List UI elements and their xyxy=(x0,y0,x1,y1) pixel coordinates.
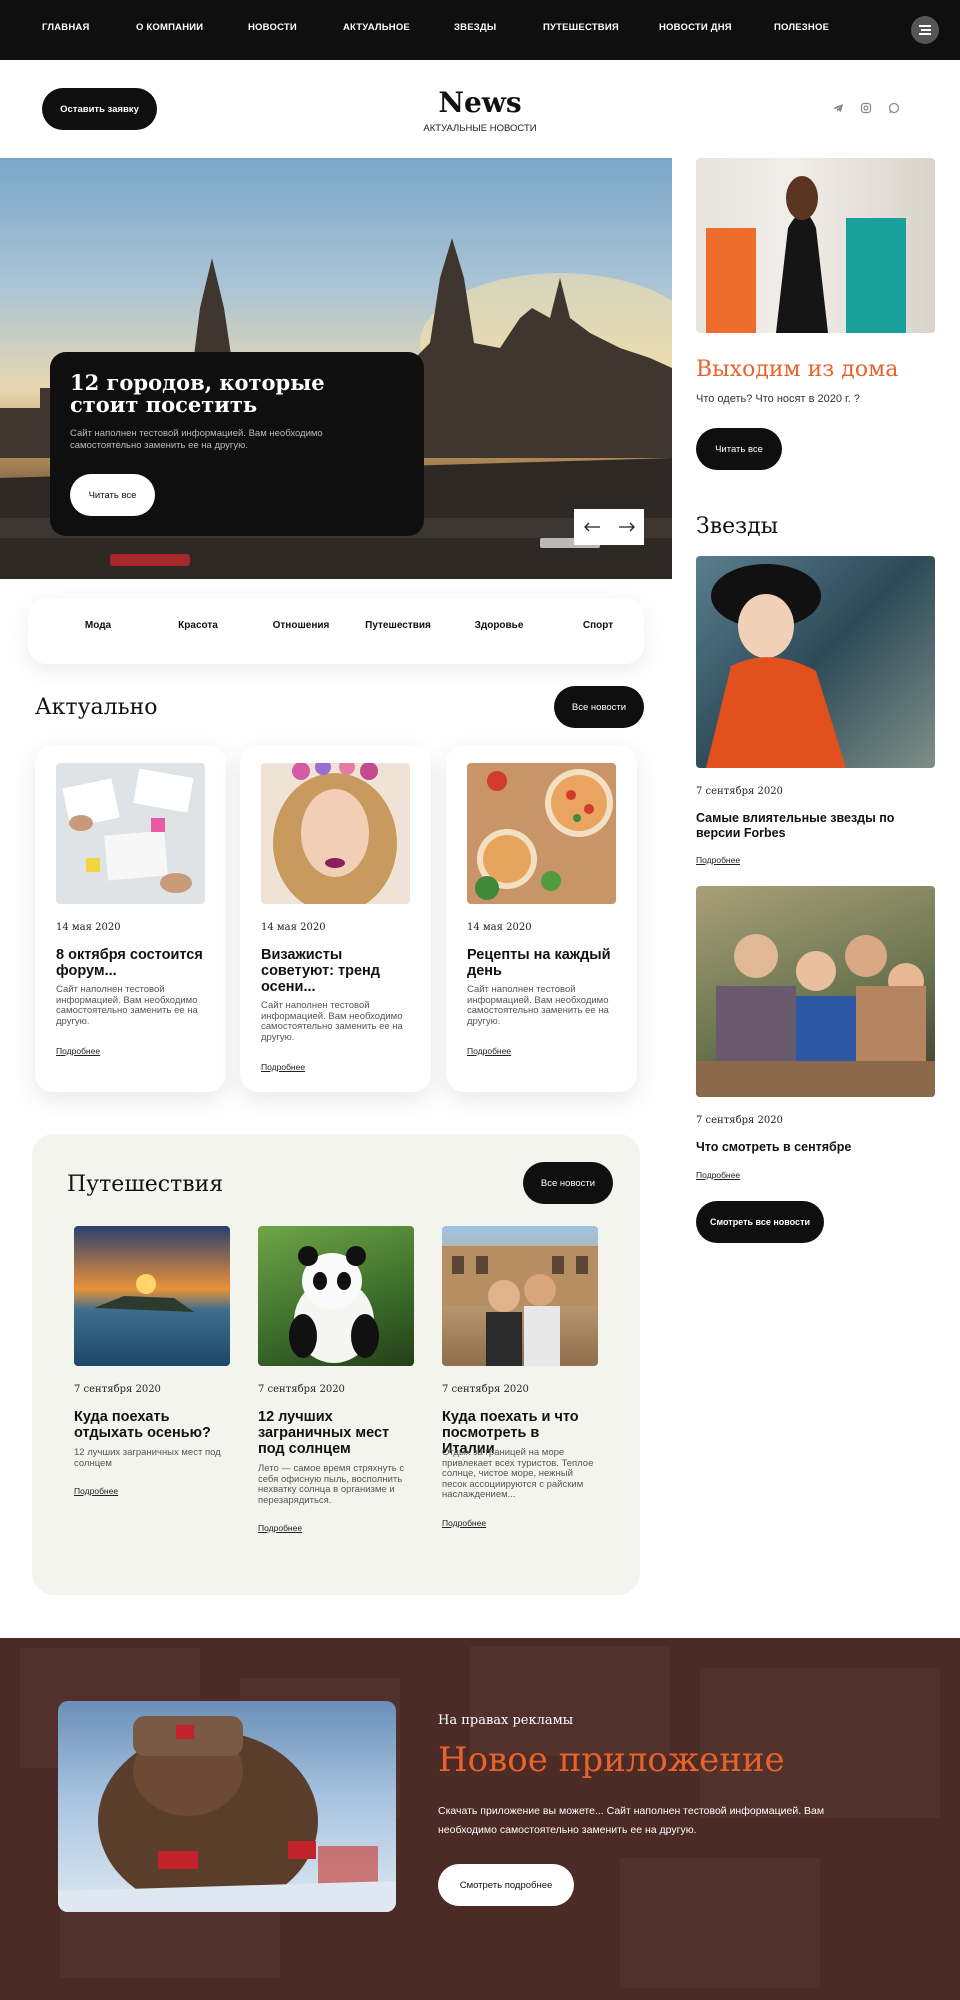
actual-image-2[interactable] xyxy=(261,763,410,904)
travel-desc-2: Лето — самое время стряхнуть с себя офис… xyxy=(258,1463,405,1506)
actual-desc-3: Сайт наполнен тестовой информацией. Вам … xyxy=(467,984,609,1027)
request-button[interactable]: Оставить заявку xyxy=(42,88,157,130)
nav-item-about[interactable]: О КОМПАНИИ xyxy=(136,22,203,33)
actual-heading: Актуально xyxy=(35,695,158,720)
promo-title[interactable]: Выходим из дома xyxy=(696,357,898,382)
site-tagline: АКТУАЛЬНЫЕ НОВОСТИ xyxy=(423,123,537,134)
actual-more-link-3[interactable]: Подробнее xyxy=(467,1046,511,1056)
promo-read-all-button[interactable]: Читать все xyxy=(696,428,782,470)
travel-desc-1: 12 лучших заграничных мест под солнцем xyxy=(74,1447,221,1469)
hero-title[interactable]: 12 городов, которые стоит посетить xyxy=(70,372,400,416)
instagram-icon[interactable] xyxy=(860,102,872,114)
actual-more-link-2[interactable]: Подробнее xyxy=(261,1062,305,1072)
travel-date-1: 7 сентября 2020 xyxy=(74,1384,161,1395)
top-navigation: ГЛАВНАЯ О КОМПАНИИ НОВОСТИ АКТУАЛЬНОЕ ЗВ… xyxy=(0,0,960,60)
ad-title[interactable]: Новое приложение xyxy=(438,1740,785,1780)
category-sport[interactable]: Спорт xyxy=(568,620,628,631)
travel-date-3: 7 сентября 2020 xyxy=(442,1384,529,1395)
arrow-right-icon[interactable] xyxy=(618,521,636,533)
travel-image-1[interactable] xyxy=(74,1226,230,1366)
telegram-icon[interactable] xyxy=(832,102,844,114)
all-news-sidebar-button[interactable]: Смотреть все новости xyxy=(696,1201,824,1243)
actual-date-3: 14 мая 2020 xyxy=(467,922,532,933)
actual-image-1[interactable] xyxy=(56,763,205,904)
stars-more-link-1[interactable]: Подробнее xyxy=(696,855,740,865)
actual-desc-2: Сайт наполнен тестовой информацией. Вам … xyxy=(261,1000,403,1043)
ad-label: На правах рекламы xyxy=(438,1713,574,1728)
stars-date-1: 7 сентября 2020 xyxy=(696,786,783,797)
stars-image-1[interactable] xyxy=(696,556,935,768)
nav-item-stars[interactable]: ЗВЕЗДЫ xyxy=(454,22,496,33)
slider-controls xyxy=(574,509,644,545)
actual-date-1: 14 мая 2020 xyxy=(56,922,121,933)
stars-heading: Звезды xyxy=(696,514,779,539)
site-logo[interactable]: News xyxy=(380,86,580,119)
actual-date-2: 14 мая 2020 xyxy=(261,922,326,933)
category-fashion[interactable]: Мода xyxy=(68,620,128,631)
nav-item-travel[interactable]: ПУТЕШЕСТВИЯ xyxy=(543,22,619,33)
travel-more-link-1[interactable]: Подробнее xyxy=(74,1486,118,1496)
category-travel[interactable]: Путешествия xyxy=(364,620,432,632)
ad-details-button[interactable]: Смотреть подробнее xyxy=(438,1864,574,1906)
actual-more-link-1[interactable]: Подробнее xyxy=(56,1046,100,1056)
ad-image[interactable] xyxy=(58,1701,396,1912)
travel-title-2[interactable]: 12 лучших заграничных мест под солнцем xyxy=(258,1409,418,1457)
actual-title-2[interactable]: Визажисты советуют: тренд осени... xyxy=(261,947,391,995)
travel-date-2: 7 сентября 2020 xyxy=(258,1384,345,1395)
actual-title-1[interactable]: 8 октября состоится форум... xyxy=(56,947,208,979)
travel-title-1[interactable]: Куда поехать отдыхать осенью? xyxy=(74,1409,224,1441)
stars-title-1[interactable]: Самые влиятельные звезды по версии Forbe… xyxy=(696,811,936,841)
category-relationships[interactable]: Отношения xyxy=(266,620,336,631)
stars-image-2[interactable] xyxy=(696,886,935,1097)
category-bar: Мода Красота Отношения Путешествия Здоро… xyxy=(28,598,644,664)
ad-description: Скачать приложение вы можете... Сайт нап… xyxy=(438,1805,825,1836)
promo-subtitle: Что одеть? Что носят в 2020 г. ? xyxy=(696,393,860,405)
travel-more-link-3[interactable]: Подробнее xyxy=(442,1518,486,1528)
stars-more-link-2[interactable]: Подробнее xyxy=(696,1170,740,1180)
travel-heading: Путешествия xyxy=(67,1172,224,1197)
travel-all-news-button[interactable]: Все новости xyxy=(523,1162,613,1204)
actual-image-3[interactable] xyxy=(467,763,616,904)
hero-read-all-button[interactable]: Читать все xyxy=(70,474,155,516)
hero-description: Сайт наполнен тестовой информацией. Вам … xyxy=(70,428,323,451)
nav-item-actual[interactable]: АКТУАЛЬНОЕ xyxy=(343,22,410,33)
menu-icon[interactable] xyxy=(911,16,939,44)
promo-image[interactable] xyxy=(696,158,935,333)
stars-title-2[interactable]: Что смотреть в сентябре xyxy=(696,1140,936,1155)
nav-item-useful[interactable]: ПОЛЕЗНОЕ xyxy=(774,22,829,33)
nav-item-news-of-day[interactable]: НОВОСТИ ДНЯ xyxy=(659,22,732,33)
whatsapp-icon[interactable] xyxy=(888,102,900,114)
arrow-left-icon[interactable] xyxy=(583,521,601,533)
stars-date-2: 7 сентября 2020 xyxy=(696,1115,783,1126)
nav-item-home[interactable]: ГЛАВНАЯ xyxy=(42,22,90,33)
actual-title-3[interactable]: Рецепты на каждый день xyxy=(467,947,619,979)
actual-all-news-button[interactable]: Все новости xyxy=(554,686,644,728)
travel-desc-3: Отдых за границей на море привлекает все… xyxy=(442,1447,594,1500)
travel-image-3[interactable] xyxy=(442,1226,598,1366)
travel-image-2[interactable] xyxy=(258,1226,414,1366)
category-health[interactable]: Здоровье xyxy=(464,620,534,631)
actual-desc-1: Сайт наполнен тестовой информацией. Вам … xyxy=(56,984,198,1027)
nav-item-news[interactable]: НОВОСТИ xyxy=(248,22,297,33)
travel-more-link-2[interactable]: Подробнее xyxy=(258,1523,302,1533)
category-beauty[interactable]: Красота xyxy=(168,620,228,631)
